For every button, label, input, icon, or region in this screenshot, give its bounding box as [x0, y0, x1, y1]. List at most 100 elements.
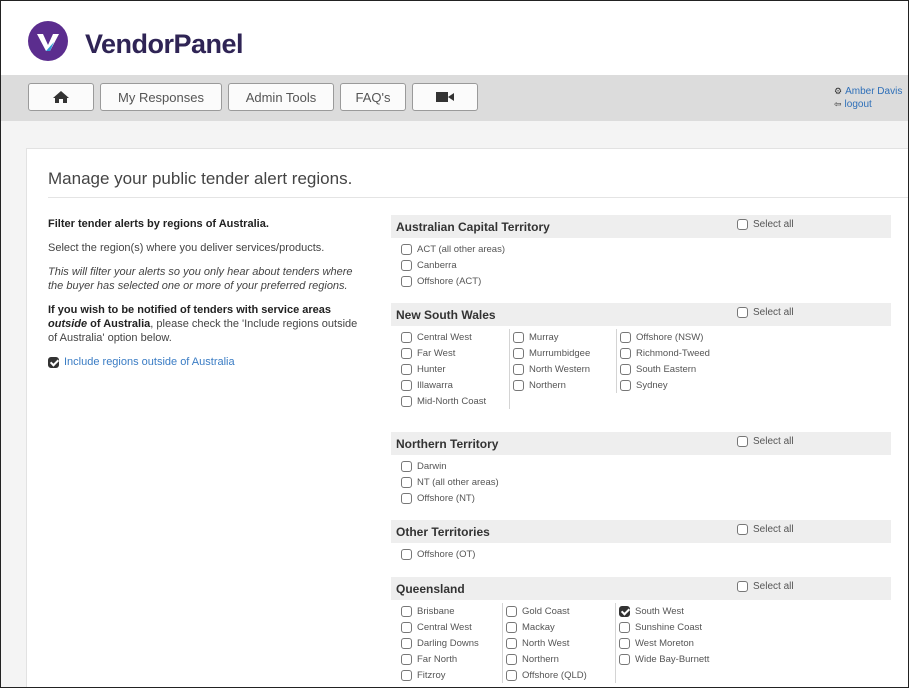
region-option[interactable]: Northern — [513, 377, 616, 393]
region-option[interactable]: Darwin — [401, 458, 527, 474]
region-option[interactable]: Richmond-Tweed — [620, 345, 746, 361]
include-outside-label[interactable]: Include regions outside of Australia — [64, 355, 235, 369]
region-option-label[interactable]: South Eastern — [636, 364, 696, 375]
select-all-checkbox[interactable] — [737, 524, 748, 535]
region-option[interactable]: West Moreton — [619, 635, 745, 651]
region-option-label[interactable]: Canberra — [417, 260, 457, 271]
region-checkbox[interactable] — [513, 331, 524, 343]
region-option[interactable]: Offshore (ACT) — [401, 273, 527, 289]
region-option[interactable]: Offshore (QLD) — [506, 667, 615, 683]
include-outside-checkbox-row[interactable]: Include regions outside of Australia — [48, 355, 358, 369]
region-option-label[interactable]: Central West — [417, 622, 472, 633]
logout-link[interactable]: logout — [845, 99, 872, 110]
include-outside-checkbox[interactable] — [48, 356, 59, 368]
region-option-label[interactable]: Darwin — [417, 461, 447, 472]
select-all-checkbox[interactable] — [737, 219, 748, 230]
region-option-label[interactable]: Murrumbidgee — [529, 348, 590, 359]
region-option-label[interactable]: Sunshine Coast — [635, 622, 702, 633]
region-option[interactable]: NT (all other areas) — [401, 474, 527, 490]
region-option-label[interactable]: Offshore (ACT) — [417, 276, 481, 287]
region-checkbox[interactable] — [401, 395, 412, 407]
region-checkbox[interactable] — [401, 548, 412, 560]
region-checkbox[interactable] — [401, 379, 412, 391]
region-checkbox[interactable] — [620, 363, 631, 375]
select-all-checkbox[interactable] — [737, 581, 748, 592]
select-all-toggle[interactable]: Select all — [737, 524, 794, 535]
admin-tools-button[interactable]: Admin Tools — [228, 83, 334, 111]
region-option-label[interactable]: Illawarra — [417, 380, 453, 391]
region-checkbox[interactable] — [513, 347, 524, 359]
region-option-label[interactable]: Mid-North Coast — [417, 396, 486, 407]
select-all-label[interactable]: Select all — [753, 307, 794, 318]
select-all-checkbox[interactable] — [737, 436, 748, 447]
region-option-label[interactable]: Gold Coast — [522, 606, 570, 617]
select-all-toggle[interactable]: Select all — [737, 581, 794, 592]
region-option-label[interactable]: Northern — [529, 380, 566, 391]
region-checkbox[interactable] — [506, 621, 517, 633]
region-checkbox[interactable] — [401, 653, 412, 665]
region-option-label[interactable]: Central West — [417, 332, 472, 343]
region-option[interactable]: Darling Downs — [401, 635, 502, 651]
region-option[interactable]: Murray — [513, 329, 616, 345]
region-option-label[interactable]: NT (all other areas) — [417, 477, 499, 488]
region-checkbox[interactable] — [506, 637, 517, 649]
region-checkbox[interactable] — [401, 476, 412, 488]
select-all-label[interactable]: Select all — [753, 436, 794, 447]
region-option[interactable]: Far West — [401, 345, 509, 361]
region-option[interactable]: Fitzroy — [401, 667, 502, 683]
region-option[interactable]: Central West — [401, 619, 502, 635]
region-option[interactable]: Offshore (NT) — [401, 490, 527, 506]
region-option[interactable]: ACT (all other areas) — [401, 241, 527, 257]
region-option-label[interactable]: ACT (all other areas) — [417, 244, 505, 255]
region-option-label[interactable]: West Moreton — [635, 638, 694, 649]
region-checkbox[interactable] — [506, 605, 517, 617]
region-option[interactable]: Mackay — [506, 619, 615, 635]
region-checkbox[interactable] — [401, 363, 412, 375]
region-option[interactable]: North Western — [513, 361, 616, 377]
region-option[interactable]: Brisbane — [401, 603, 502, 619]
region-option-label[interactable]: Wide Bay-Burnett — [635, 654, 709, 665]
region-option-label[interactable]: Offshore (QLD) — [522, 670, 587, 681]
region-option[interactable]: Gold Coast — [506, 603, 615, 619]
video-button[interactable] — [412, 83, 478, 111]
region-option-label[interactable]: Fitzroy — [417, 670, 446, 681]
select-all-toggle[interactable]: Select all — [737, 307, 794, 318]
region-option[interactable]: South Eastern — [620, 361, 746, 377]
region-checkbox[interactable] — [401, 275, 412, 287]
region-option-label[interactable]: Sydney — [636, 380, 668, 391]
region-checkbox[interactable] — [401, 492, 412, 504]
region-checkbox[interactable] — [506, 653, 517, 665]
select-all-toggle[interactable]: Select all — [737, 219, 794, 230]
region-checkbox[interactable] — [401, 621, 412, 633]
region-checkbox[interactable] — [513, 379, 524, 391]
select-all-label[interactable]: Select all — [753, 524, 794, 535]
select-all-checkbox[interactable] — [737, 307, 748, 318]
region-option-label[interactable]: Offshore (OT) — [417, 549, 475, 560]
region-option-label[interactable]: North Western — [529, 364, 590, 375]
region-option[interactable]: Sunshine Coast — [619, 619, 745, 635]
region-checkbox[interactable] — [401, 331, 412, 343]
region-checkbox[interactable] — [620, 331, 631, 343]
region-option-label[interactable]: Offshore (NSW) — [636, 332, 703, 343]
region-option[interactable]: Murrumbidgee — [513, 345, 616, 361]
region-option[interactable]: Hunter — [401, 361, 509, 377]
region-option-label[interactable]: North West — [522, 638, 569, 649]
region-option-label[interactable]: Richmond-Tweed — [636, 348, 710, 359]
region-option-label[interactable]: Hunter — [417, 364, 446, 375]
region-checkbox[interactable] — [401, 347, 412, 359]
region-option-label[interactable]: Offshore (NT) — [417, 493, 475, 504]
region-option-label[interactable]: South West — [635, 606, 684, 617]
region-option-label[interactable]: Murray — [529, 332, 559, 343]
region-option[interactable]: South West — [619, 603, 745, 619]
region-option-label[interactable]: Northern — [522, 654, 559, 665]
region-checkbox[interactable] — [506, 669, 517, 681]
region-option[interactable]: Offshore (OT) — [401, 546, 527, 562]
region-option[interactable]: Northern — [506, 651, 615, 667]
select-all-toggle[interactable]: Select all — [737, 436, 794, 447]
region-checkbox[interactable] — [620, 379, 631, 391]
region-option-label[interactable]: Far West — [417, 348, 455, 359]
region-checkbox[interactable] — [619, 621, 630, 633]
region-checkbox[interactable] — [619, 605, 630, 617]
region-option-label[interactable]: Brisbane — [417, 606, 455, 617]
select-all-label[interactable]: Select all — [753, 581, 794, 592]
